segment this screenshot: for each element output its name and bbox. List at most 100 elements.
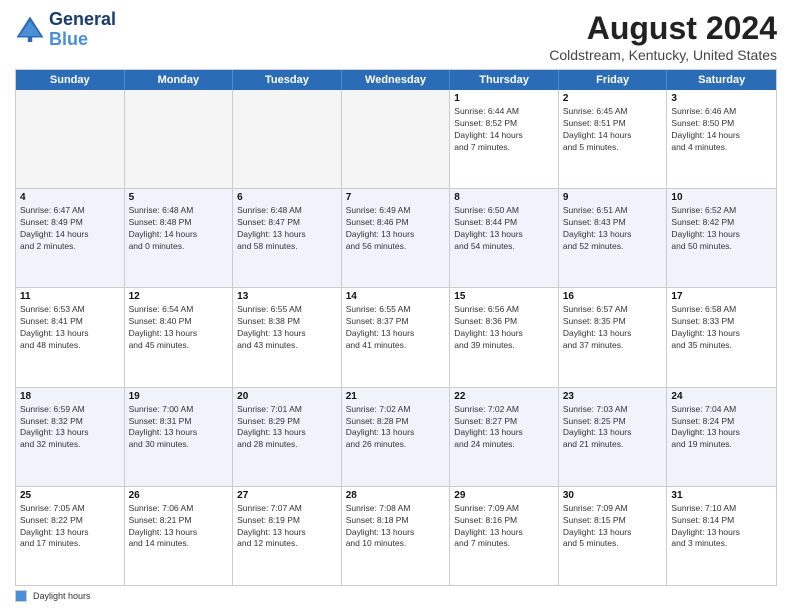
cal-header-cell-monday: Monday xyxy=(125,70,234,90)
day-number: 4 xyxy=(20,192,120,203)
day-number: 11 xyxy=(20,291,120,302)
cal-cell: 5 Sunrise: 6:48 AM Sunset: 8:48 PM Daylig… xyxy=(125,189,234,287)
cal-cell: 26Sunrise: 7:06 AM Sunset: 8:21 PM Dayli… xyxy=(125,487,234,585)
day-number: 25 xyxy=(20,490,120,501)
day-number: 14 xyxy=(346,291,446,302)
day-info: Sunrise: 6:59 AM Sunset: 8:32 PM Dayligh… xyxy=(20,404,120,452)
cal-cell: 2Sunrise: 6:45 AM Sunset: 8:51 PM Daylig… xyxy=(559,90,668,188)
day-info: Sunrise: 7:10 AM Sunset: 8:14 PM Dayligh… xyxy=(671,503,772,551)
cal-header-cell-thursday: Thursday xyxy=(450,70,559,90)
day-number: 17 xyxy=(671,291,772,302)
day-info: Sunrise: 7:02 AM Sunset: 8:28 PM Dayligh… xyxy=(346,404,446,452)
legend: Daylight hours xyxy=(15,590,777,602)
page: General Blue August 2024 Coldstream, Ken… xyxy=(0,0,792,612)
day-number: 13 xyxy=(237,291,337,302)
day-number: 18 xyxy=(20,391,120,402)
day-number: 22 xyxy=(454,391,554,402)
cal-cell: 18 Sunrise: 6:59 AM Sunset: 8:32 PM Dayli… xyxy=(16,388,125,486)
logo-line2: Blue xyxy=(49,30,116,50)
cal-row-4: 25Sunrise: 7:05 AM Sunset: 8:22 PM Dayli… xyxy=(16,487,776,585)
cal-cell: 15 Sunrise: 6:56 AM Sunset: 8:36 PM Dayli… xyxy=(450,288,559,386)
legend-label: Daylight hours xyxy=(33,591,91,601)
day-info: Sunrise: 7:06 AM Sunset: 8:21 PM Dayligh… xyxy=(129,503,229,551)
cal-cell: 3Sunrise: 6:46 AM Sunset: 8:50 PM Daylig… xyxy=(667,90,776,188)
day-info: Sunrise: 6:53 AM Sunset: 8:41 PM Dayligh… xyxy=(20,304,120,352)
legend-icon xyxy=(15,590,27,602)
day-info: Sunrise: 6:54 AM Sunset: 8:40 PM Dayligh… xyxy=(129,304,229,352)
cal-cell: 24Sunrise: 7:04 AM Sunset: 8:24 PM Dayli… xyxy=(667,388,776,486)
day-number: 12 xyxy=(129,291,229,302)
cal-header-cell-wednesday: Wednesday xyxy=(342,70,451,90)
cal-header-cell-saturday: Saturday xyxy=(667,70,776,90)
cal-cell: 29Sunrise: 7:09 AM Sunset: 8:16 PM Dayli… xyxy=(450,487,559,585)
main-title: August 2024 xyxy=(549,10,777,47)
day-info: Sunrise: 6:48 AM Sunset: 8:48 PM Dayligh… xyxy=(129,205,229,253)
calendar-header: SundayMondayTuesdayWednesdayThursdayFrid… xyxy=(16,70,776,90)
calendar: SundayMondayTuesdayWednesdayThursdayFrid… xyxy=(15,69,777,586)
day-info: Sunrise: 6:46 AM Sunset: 8:50 PM Dayligh… xyxy=(671,106,772,154)
day-number: 16 xyxy=(563,291,663,302)
cal-cell: 6Sunrise: 6:48 AM Sunset: 8:47 PM Daylig… xyxy=(233,189,342,287)
cal-cell: 12 Sunrise: 6:54 AM Sunset: 8:40 PM Dayli… xyxy=(125,288,234,386)
day-number: 31 xyxy=(671,490,772,501)
cal-header-cell-sunday: Sunday xyxy=(16,70,125,90)
day-info: Sunrise: 6:50 AM Sunset: 8:44 PM Dayligh… xyxy=(454,205,554,253)
subtitle: Coldstream, Kentucky, United States xyxy=(549,47,777,63)
day-number: 2 xyxy=(563,93,663,104)
cal-cell xyxy=(342,90,451,188)
day-info: Sunrise: 6:49 AM Sunset: 8:46 PM Dayligh… xyxy=(346,205,446,253)
cal-cell: 27 Sunrise: 7:07 AM Sunset: 8:19 PM Dayli… xyxy=(233,487,342,585)
cal-cell: 19Sunrise: 7:00 AM Sunset: 8:31 PM Dayli… xyxy=(125,388,234,486)
cal-cell: 31 Sunrise: 7:10 AM Sunset: 8:14 PM Dayli… xyxy=(667,487,776,585)
cal-header-cell-friday: Friday xyxy=(559,70,668,90)
day-number: 19 xyxy=(129,391,229,402)
cal-cell: 13 Sunrise: 6:55 AM Sunset: 8:38 PM Dayli… xyxy=(233,288,342,386)
day-number: 7 xyxy=(346,192,446,203)
day-info: Sunrise: 7:09 AM Sunset: 8:16 PM Dayligh… xyxy=(454,503,554,551)
cal-cell: 1 Sunrise: 6:44 AM Sunset: 8:52 PM Daylig… xyxy=(450,90,559,188)
day-info: Sunrise: 6:51 AM Sunset: 8:43 PM Dayligh… xyxy=(563,205,663,253)
calendar-body: 1 Sunrise: 6:44 AM Sunset: 8:52 PM Daylig… xyxy=(16,90,776,585)
cal-cell xyxy=(16,90,125,188)
cal-cell: 20Sunrise: 7:01 AM Sunset: 8:29 PM Dayli… xyxy=(233,388,342,486)
day-number: 6 xyxy=(237,192,337,203)
logo-line1: General xyxy=(49,10,116,30)
cal-row-2: 11 Sunrise: 6:53 AM Sunset: 8:41 PM Dayli… xyxy=(16,288,776,387)
day-info: Sunrise: 7:04 AM Sunset: 8:24 PM Dayligh… xyxy=(671,404,772,452)
cal-cell: 30 Sunrise: 7:09 AM Sunset: 8:15 PM Dayli… xyxy=(559,487,668,585)
day-number: 10 xyxy=(671,192,772,203)
logo: General Blue xyxy=(15,10,116,50)
day-number: 1 xyxy=(454,93,554,104)
cal-cell: 21 Sunrise: 7:02 AM Sunset: 8:28 PM Dayli… xyxy=(342,388,451,486)
header: General Blue August 2024 Coldstream, Ken… xyxy=(15,10,777,63)
day-number: 21 xyxy=(346,391,446,402)
day-number: 15 xyxy=(454,291,554,302)
day-info: Sunrise: 7:09 AM Sunset: 8:15 PM Dayligh… xyxy=(563,503,663,551)
day-number: 30 xyxy=(563,490,663,501)
day-info: Sunrise: 7:03 AM Sunset: 8:25 PM Dayligh… xyxy=(563,404,663,452)
day-number: 9 xyxy=(563,192,663,203)
day-number: 27 xyxy=(237,490,337,501)
day-info: Sunrise: 7:07 AM Sunset: 8:19 PM Dayligh… xyxy=(237,503,337,551)
cal-cell: 11 Sunrise: 6:53 AM Sunset: 8:41 PM Dayli… xyxy=(16,288,125,386)
cal-header-cell-tuesday: Tuesday xyxy=(233,70,342,90)
day-number: 8 xyxy=(454,192,554,203)
day-number: 5 xyxy=(129,192,229,203)
day-info: Sunrise: 6:52 AM Sunset: 8:42 PM Dayligh… xyxy=(671,205,772,253)
day-number: 28 xyxy=(346,490,446,501)
cal-cell: 4 Sunrise: 6:47 AM Sunset: 8:49 PM Daylig… xyxy=(16,189,125,287)
day-number: 23 xyxy=(563,391,663,402)
cal-cell: 10 Sunrise: 6:52 AM Sunset: 8:42 PM Dayli… xyxy=(667,189,776,287)
day-info: Sunrise: 6:55 AM Sunset: 8:38 PM Dayligh… xyxy=(237,304,337,352)
day-info: Sunrise: 6:47 AM Sunset: 8:49 PM Dayligh… xyxy=(20,205,120,253)
day-info: Sunrise: 7:02 AM Sunset: 8:27 PM Dayligh… xyxy=(454,404,554,452)
cal-cell: 16 Sunrise: 6:57 AM Sunset: 8:35 PM Dayli… xyxy=(559,288,668,386)
cal-cell: 22 Sunrise: 7:02 AM Sunset: 8:27 PM Dayli… xyxy=(450,388,559,486)
cal-row-0: 1 Sunrise: 6:44 AM Sunset: 8:52 PM Daylig… xyxy=(16,90,776,189)
title-block: August 2024 Coldstream, Kentucky, United… xyxy=(549,10,777,63)
cal-cell: 14Sunrise: 6:55 AM Sunset: 8:37 PM Dayli… xyxy=(342,288,451,386)
day-info: Sunrise: 6:57 AM Sunset: 8:35 PM Dayligh… xyxy=(563,304,663,352)
day-info: Sunrise: 6:44 AM Sunset: 8:52 PM Dayligh… xyxy=(454,106,554,154)
cal-cell xyxy=(233,90,342,188)
day-info: Sunrise: 6:56 AM Sunset: 8:36 PM Dayligh… xyxy=(454,304,554,352)
